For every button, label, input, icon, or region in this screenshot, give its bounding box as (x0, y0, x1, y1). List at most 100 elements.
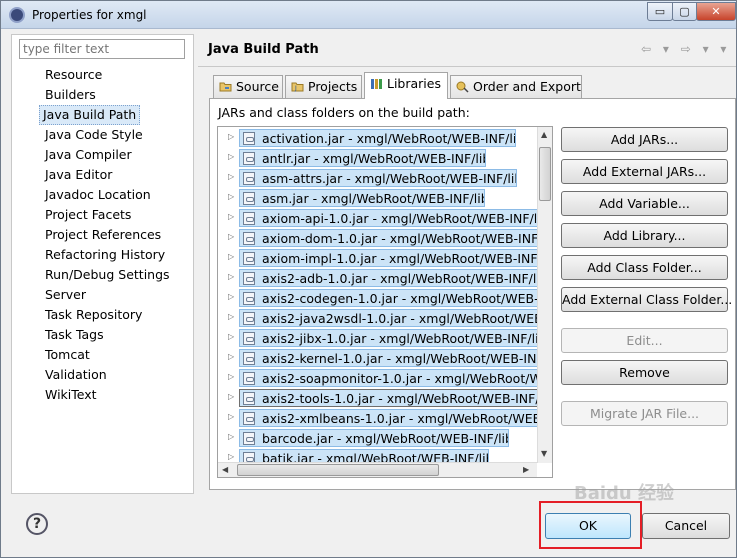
tab-libraries[interactable]: Libraries (364, 72, 448, 99)
list-item[interactable]: ▷ barcode.jar - xmgl/WebRoot/WEB-INF/lib (218, 428, 538, 448)
add-external-jars-button[interactable]: Add External JARs... (561, 159, 728, 184)
libraries-icon (371, 79, 382, 89)
help-icon[interactable]: ? (26, 513, 48, 535)
horizontal-scrollbar[interactable]: ◀ ▶ (218, 462, 537, 477)
sidebar-item-task-repository[interactable]: Task Repository (42, 306, 145, 324)
list-item[interactable]: ▷ axis2-tools-1.0.jar - xmgl/WebRoot/WEB-… (218, 388, 546, 408)
migrate-jar-button[interactable]: Migrate JAR File... (561, 401, 728, 426)
list-item[interactable]: ▷ axiom-api-1.0.jar - xmgl/WebRoot/WEB-IN… (218, 208, 538, 228)
add-library-button[interactable]: Add Library... (561, 223, 728, 248)
add-class-folder-button[interactable]: Add Class Folder... (561, 255, 728, 280)
tab-libraries-label: Libraries (387, 76, 441, 91)
sidebar-item-javadoc-location[interactable]: Javadoc Location (42, 186, 154, 204)
list-item[interactable]: ▷ asm.jar - xmgl/WebRoot/WEB-INF/lib (218, 188, 538, 208)
sidebar-item-validation[interactable]: Validation (42, 366, 110, 384)
eclipse-icon (9, 7, 25, 23)
sidebar-item-run-debug-settings[interactable]: Run/Debug Settings (42, 266, 173, 284)
scroll-down-icon[interactable]: ▼ (541, 449, 547, 458)
list-item[interactable]: ▷ axiom-dom-1.0.jar - xmgl/WebRoot/WEB-IN… (218, 228, 538, 248)
remove-button[interactable]: Remove (561, 360, 728, 385)
sidebar-item-server[interactable]: Server (42, 286, 89, 304)
jar-icon (243, 172, 255, 185)
close-button[interactable]: ✕ (696, 2, 736, 21)
edit-button[interactable]: Edit... (561, 328, 728, 353)
add-variable-button[interactable]: Add Variable... (561, 191, 728, 216)
add-jars-button[interactable]: Add JARs... (561, 127, 728, 152)
cancel-button[interactable]: Cancel (642, 513, 730, 539)
vertical-scroll-thumb[interactable] (539, 147, 551, 201)
maximize-button[interactable]: ▢ (672, 2, 697, 21)
properties-dialog: Properties for xmgl ▭ ▢ ✕ Resource Build… (0, 0, 737, 558)
sidebar-item-java-build-path[interactable]: Java Build Path (39, 105, 141, 125)
list-item[interactable]: ▷ asm-attrs.jar - xmgl/WebRoot/WEB-INF/li… (218, 168, 538, 188)
expand-icon[interactable]: ▷ (228, 172, 234, 181)
expand-icon[interactable]: ▷ (228, 412, 234, 421)
expand-icon[interactable]: ▷ (228, 252, 234, 261)
vertical-scrollbar[interactable]: ▲ ▼ (537, 127, 552, 463)
list-item[interactable]: ▷ axis2-soapmonitor-1.0.jar - xmgl/WebRoo… (218, 368, 538, 388)
sidebar-item-project-references[interactable]: Project References (42, 226, 164, 244)
list-item[interactable]: ▷ axis2-codegen-1.0.jar - xmgl/WebRoot/WE… (218, 288, 538, 308)
minimize-button[interactable]: ▭ (647, 2, 673, 21)
jar-icon (243, 372, 255, 385)
expand-icon[interactable]: ▷ (228, 192, 234, 201)
list-item[interactable]: ▷ activation.jar - xmgl/WebRoot/WEB-INF/l… (218, 128, 538, 148)
sidebar-item-project-facets[interactable]: Project Facets (42, 206, 134, 224)
list-item[interactable]: ▷ axis2-java2wsdl-1.0.jar - xmgl/WebRoot/… (218, 308, 538, 328)
jar-icon (243, 152, 255, 165)
expand-icon[interactable]: ▷ (228, 332, 234, 341)
list-item[interactable]: ▷ antlr.jar - xmgl/WebRoot/WEB-INF/lib (218, 148, 538, 168)
expand-icon[interactable]: ▷ (228, 232, 234, 241)
tab-order-and-export[interactable]: Order and Export (450, 75, 582, 98)
list-item[interactable]: ▷ axis2-jibx-1.0.jar - xmgl/WebRoot/WEB-I… (218, 328, 538, 348)
expand-icon[interactable]: ▷ (228, 132, 234, 141)
expand-icon[interactable]: ▷ (228, 152, 234, 161)
expand-icon[interactable]: ▷ (228, 392, 234, 401)
expand-icon[interactable]: ▷ (228, 312, 234, 321)
scroll-up-icon[interactable]: ▲ (541, 130, 547, 139)
horizontal-scroll-thumb[interactable] (237, 464, 439, 476)
sidebar-item-task-tags[interactable]: Task Tags (42, 326, 107, 344)
sidebar-item-resource[interactable]: Resource (42, 66, 105, 84)
jar-list[interactable]: ▷ activation.jar - xmgl/WebRoot/WEB-INF/l… (217, 126, 553, 478)
sidebar-item-wikitext[interactable]: WikiText (42, 386, 100, 404)
title-bar[interactable]: Properties for xmgl ▭ ▢ ✕ (1, 1, 736, 29)
property-page-list: Resource Builders Java Build Path Java C… (11, 34, 194, 494)
jar-icon (243, 332, 255, 345)
jar-icon (243, 212, 255, 225)
list-item[interactable]: ▷ axiom-impl-1.0.jar - xmgl/WebRoot/WEB-I… (218, 248, 538, 268)
title-separator (198, 66, 736, 67)
expand-icon[interactable]: ▷ (228, 272, 234, 281)
sidebar-item-java-editor[interactable]: Java Editor (42, 166, 115, 184)
jar-list-label: JARs and class folders on the build path… (218, 105, 470, 120)
expand-icon[interactable]: ▷ (228, 452, 234, 461)
list-item[interactable]: ▷ axis2-xmlbeans-1.0.jar - xmgl/WebRoot/W… (218, 408, 538, 428)
expand-icon[interactable]: ▷ (228, 372, 234, 381)
list-item[interactable]: ▷ axis2-adb-1.0.jar - xmgl/WebRoot/WEB-IN… (218, 268, 538, 288)
tab-projects[interactable]: J Projects (285, 75, 362, 98)
expand-icon[interactable]: ▷ (228, 432, 234, 441)
sidebar-item-tomcat[interactable]: Tomcat (42, 346, 93, 364)
tab-source-label: Source (236, 79, 279, 94)
jar-icon (243, 192, 255, 205)
sidebar-item-java-code-style[interactable]: Java Code Style (42, 126, 146, 144)
scroll-right-icon[interactable]: ▶ (523, 465, 529, 474)
history-nav-arrows[interactable]: ⇦ ▾ ⇨ ▾ ▾ (641, 42, 730, 56)
list-item[interactable]: ▷ axis2-kernel-1.0.jar - xmgl/WebRoot/WEB… (218, 348, 538, 368)
tab-order-and-export-label: Order and Export (473, 79, 581, 94)
sidebar-item-builders[interactable]: Builders (42, 86, 99, 104)
jar-icon (243, 272, 255, 285)
expand-icon[interactable]: ▷ (228, 352, 234, 361)
filter-input[interactable] (19, 39, 185, 59)
expand-icon[interactable]: ▷ (228, 212, 234, 221)
jar-icon (243, 392, 255, 405)
add-external-class-folder-button[interactable]: Add External Class Folder... (561, 287, 732, 312)
scroll-left-icon[interactable]: ◀ (222, 465, 228, 474)
sidebar-item-refactoring-history[interactable]: Refactoring History (42, 246, 168, 264)
expand-icon[interactable]: ▷ (228, 292, 234, 301)
tab-source[interactable]: Source (213, 75, 283, 98)
tab-projects-label: Projects (308, 79, 358, 94)
jar-icon (243, 312, 255, 325)
svg-text:J: J (294, 85, 297, 92)
sidebar-item-java-compiler[interactable]: Java Compiler (42, 146, 135, 164)
